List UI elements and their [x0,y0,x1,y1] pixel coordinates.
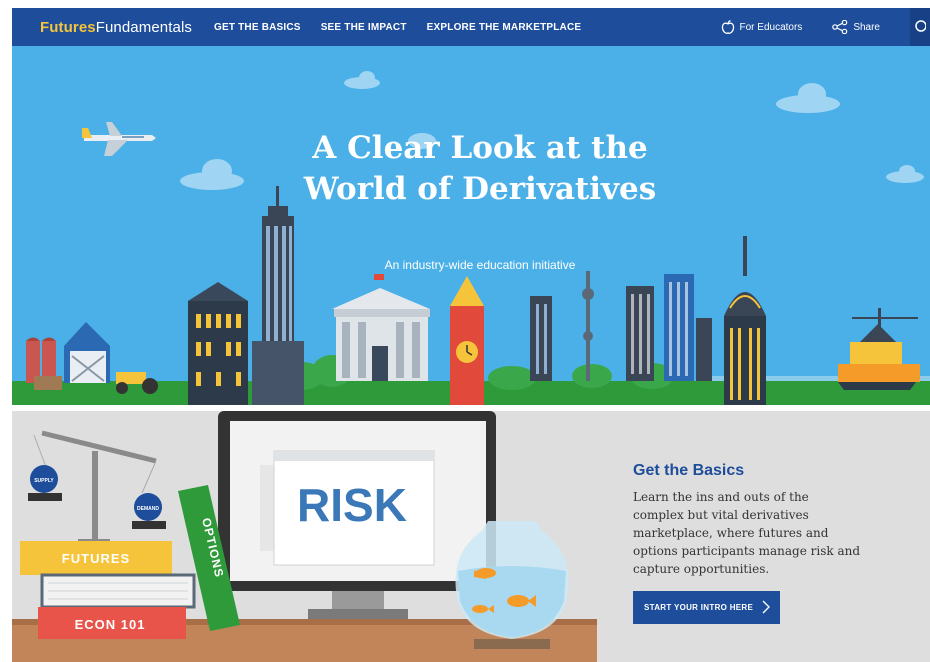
for-educators-label: For Educators [739,21,803,33]
nav-link-get-the-basics[interactable]: GET THE BASICS [214,22,301,33]
hero-title: A Clear Look at the World of Derivatives [303,130,657,207]
book-futures-title: FUTURES [62,551,130,566]
for-educators-link[interactable]: For Educators [721,19,803,35]
monitor-risk-text: RISK [297,479,407,531]
airplane-icon [82,122,156,156]
share-label: Share [853,21,880,33]
basics-heading: Get the Basics [633,462,745,479]
nav-link-explore-the-marketplace[interactable]: EXPLORE THE MARKETPLACE [427,22,582,33]
search-icon [915,20,926,32]
search-button[interactable] [910,8,930,46]
apple-icon [721,19,734,34]
book-econ-title: ECON 101 [75,617,146,632]
start-intro-button[interactable]: START YOUR INTRO HERE [633,591,780,624]
nav-utilities: For Educators Share [721,8,930,46]
city-skyline-illustration [12,71,930,405]
site-logo[interactable]: FuturesFundamentals [40,19,192,36]
logo-part-fundamentals: Fundamentals [95,18,192,36]
get-the-basics-section: RISK SUPPLY DEMAND FUTURES ECON 101 OPTI… [12,411,930,662]
share-icon [832,20,848,34]
share-button[interactable]: Share [832,20,880,34]
hero-banner: A Clear Look at the World of Derivatives… [12,46,930,405]
basics-description: Learn the ins and outs of the complex bu… [633,490,861,576]
nav-link-see-the-impact[interactable]: SEE THE IMPACT [321,22,407,33]
supply-label: SUPPLY [34,478,54,484]
start-intro-label: START YOUR INTRO HERE [644,603,754,612]
top-navigation: FuturesFundamentals GET THE BASICS SEE T… [12,8,930,46]
balance-scale-icon [28,430,166,545]
demand-label: DEMAND [137,506,159,512]
desk-illustration: RISK SUPPLY DEMAND FUTURES ECON 101 OPTI… [12,411,597,662]
chevron-right-icon [762,600,770,614]
hero-subtitle: An industry-wide education initiative [384,258,576,272]
logo-part-futures: Futures [40,18,96,36]
